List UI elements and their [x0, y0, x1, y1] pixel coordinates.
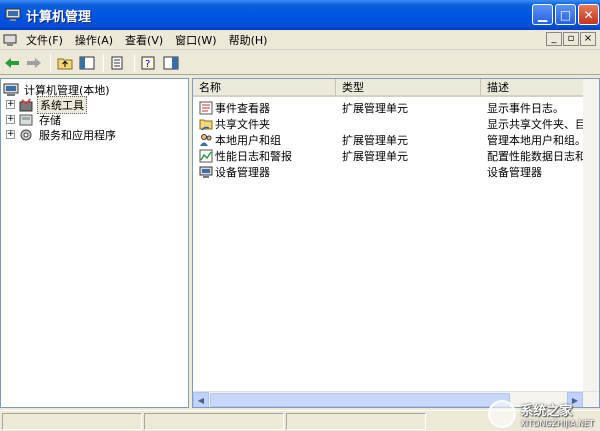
tree-item-system-tools[interactable]: + 系统工具	[6, 95, 87, 114]
computer-management-icon	[5, 8, 21, 21]
menu-view[interactable]: 查看(V)	[121, 32, 171, 48]
back-arrow-icon	[5, 57, 19, 68]
list-item-name: 本地用户和组	[215, 134, 281, 147]
title-bar: 计算机管理 ▁ □ ✕	[0, 0, 600, 30]
tree-label-storage: 存储	[39, 113, 61, 127]
maximize-button[interactable]: □	[555, 4, 576, 25]
list-item[interactable]: 事件查看器 扩展管理单元 显示事件日志。	[193, 100, 599, 116]
tree-item-storage[interactable]: + 存储	[6, 112, 63, 127]
performance-logs-icon	[199, 149, 213, 163]
list-item-type: 扩展管理单元	[342, 102, 408, 115]
shared-folder-icon	[199, 119, 213, 131]
menu-bar: 文件(F) 操作(A) 查看(V) 窗口(W) 帮助(H) _ ▫ ×	[0, 30, 600, 50]
console-tree-icon	[79, 56, 95, 69]
export-list-icon	[111, 56, 123, 69]
up-level-button[interactable]	[55, 53, 75, 73]
storage-icon	[19, 114, 33, 125]
column-header-name[interactable]: 名称	[193, 79, 336, 97]
window-title: 计算机管理	[26, 9, 92, 25]
expand-icon[interactable]: +	[6, 100, 15, 109]
close-button[interactable]: ✕	[578, 4, 599, 25]
computer-icon	[3, 83, 19, 96]
system-tools-icon	[19, 97, 33, 111]
toolbar-separator	[134, 53, 135, 72]
list-item-name: 事件查看器	[215, 102, 270, 115]
toolbar: ?	[0, 51, 600, 75]
mdi-minimize-button[interactable]: _	[546, 32, 562, 46]
folder-up-icon	[57, 58, 73, 69]
status-segment	[2, 413, 142, 430]
menu-window[interactable]: 窗口(W)	[171, 32, 224, 48]
event-viewer-icon	[199, 101, 213, 115]
help-button[interactable]: ?	[139, 53, 159, 73]
toolbar-separator	[50, 53, 51, 72]
watermark: 系统之家 XITONGZHIJIA.NET	[488, 400, 594, 428]
watermark-subtext: XITONGZHIJIA.NET	[520, 419, 594, 428]
mdi-controls: _ ▫ ×	[546, 32, 596, 46]
list-item[interactable]: 本地用户和组 扩展管理单元 管理本地用户和组。	[193, 132, 599, 148]
column-header-type[interactable]: 类型	[336, 79, 481, 97]
help-icon: ?	[141, 56, 155, 70]
list-item-name: 性能日志和警报	[215, 150, 292, 163]
status-segment	[286, 413, 426, 430]
list-item[interactable]: 性能日志和警报 扩展管理单元 配置性能数据日志和警	[193, 148, 599, 164]
list-item-name: 设备管理器	[215, 166, 270, 179]
list-item-name: 共享文件夹	[215, 118, 270, 131]
status-segment	[144, 413, 284, 430]
minimize-button[interactable]: ▁	[532, 4, 553, 25]
expand-icon[interactable]: +	[6, 130, 15, 139]
menu-file[interactable]: 文件(F)	[22, 32, 71, 48]
export-list-button[interactable]	[108, 53, 128, 73]
device-manager-icon	[199, 166, 213, 178]
services-apps-icon	[20, 129, 32, 140]
mdi-restore-button[interactable]: ▫	[563, 32, 579, 46]
column-header-description[interactable]: 描述	[481, 79, 599, 97]
list-item-type: 扩展管理单元	[342, 134, 408, 147]
show-hide-tree-button[interactable]	[77, 53, 97, 73]
list-item-type: 扩展管理单元	[342, 150, 408, 163]
list-item[interactable]: 设备管理器 设备管理器	[193, 164, 599, 180]
expand-icon[interactable]: +	[6, 115, 15, 124]
scroll-left-button[interactable]: ◀	[193, 392, 209, 407]
forward-button[interactable]	[24, 53, 44, 73]
mdi-system-icon[interactable]	[3, 34, 17, 46]
properties-button[interactable]	[161, 53, 181, 73]
list-item[interactable]: 共享文件夹 显示共享文件夹、目前	[193, 116, 599, 132]
toolbar-separator	[103, 53, 104, 72]
mdi-close-button[interactable]: ×	[580, 32, 596, 46]
watermark-logo-icon	[488, 400, 517, 428]
forward-arrow-icon	[27, 57, 41, 68]
menu-help[interactable]: 帮助(H)	[225, 32, 276, 48]
tree-item-services-apps[interactable]: + 服务和应用程序	[6, 127, 118, 142]
details-list[interactable]: 名称 类型 描述 事件查看器 扩展管理单元 显示事件日志。 共享文件夹 显示共享…	[192, 78, 600, 408]
console-tree[interactable]: 计算机管理(本地) + 系统工具 + 存储 + 服务和应用程序	[0, 78, 189, 408]
watermark-text: 系统之家	[520, 404, 573, 419]
svg-text:?: ?	[145, 59, 150, 70]
menu-action[interactable]: 操作(A)	[71, 32, 121, 48]
vertical-scrollbar[interactable]	[583, 79, 599, 393]
properties-icon	[163, 56, 179, 69]
scroll-thumb[interactable]	[210, 393, 510, 407]
tree-label-services-apps: 服务和应用程序	[39, 128, 116, 142]
local-users-groups-icon	[200, 134, 212, 146]
back-button[interactable]	[2, 53, 22, 73]
